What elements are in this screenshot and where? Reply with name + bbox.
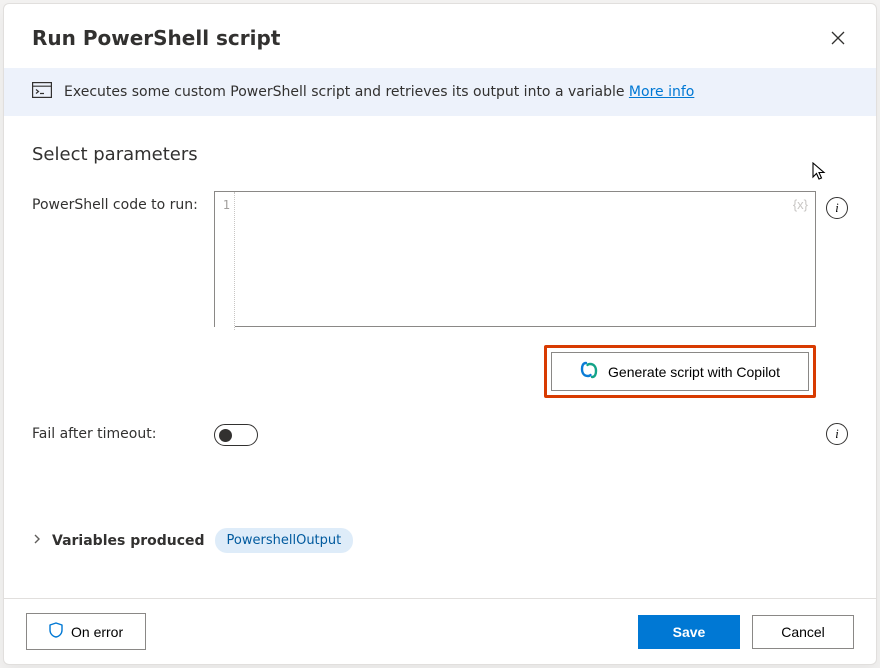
save-button[interactable]: Save — [638, 615, 740, 649]
copilot-button-label: Generate script with Copilot — [608, 364, 780, 380]
timeout-row: Fail after timeout: i — [32, 422, 848, 446]
fail-after-timeout-toggle[interactable] — [214, 424, 258, 446]
toggle-thumb — [219, 429, 232, 442]
on-error-button[interactable]: On error — [26, 613, 146, 650]
variables-produced-row[interactable]: Variables produced PowershellOutput — [32, 528, 848, 553]
code-editor-wrap: 1 {x} — [214, 191, 816, 331]
chevron-right-icon — [32, 532, 42, 548]
code-row: PowerShell code to run: 1 {x} i — [32, 191, 848, 331]
cancel-button[interactable]: Cancel — [752, 615, 854, 649]
variables-produced-label: Variables produced — [52, 533, 205, 549]
dialog-footer: On error Save Cancel — [4, 598, 876, 664]
on-error-label: On error — [71, 624, 123, 640]
section-title: Select parameters — [32, 144, 848, 165]
close-icon — [831, 31, 845, 45]
timeout-label: Fail after timeout: — [32, 426, 204, 442]
copilot-row: Generate script with Copilot — [32, 345, 816, 398]
info-bar: Executes some custom PowerShell script a… — [4, 68, 876, 116]
dialog-run-powershell-script: Run PowerShell script Executes some cust… — [3, 3, 877, 665]
dialog-body: Select parameters PowerShell code to run… — [4, 116, 876, 598]
highlight-box: Generate script with Copilot — [544, 345, 816, 398]
footer-actions: Save Cancel — [638, 615, 854, 649]
generate-script-with-copilot-button[interactable]: Generate script with Copilot — [551, 352, 809, 391]
more-info-link[interactable]: More info — [629, 84, 694, 100]
copilot-icon — [580, 361, 598, 382]
variable-badge[interactable]: PowershellOutput — [215, 528, 354, 553]
dialog-title: Run PowerShell script — [32, 26, 280, 50]
powershell-code-input[interactable] — [214, 191, 816, 327]
info-text: Executes some custom PowerShell script a… — [64, 84, 694, 100]
code-label: PowerShell code to run: — [32, 191, 204, 213]
shield-icon — [49, 622, 63, 641]
script-icon — [32, 82, 52, 102]
dialog-header: Run PowerShell script — [4, 4, 876, 68]
close-button[interactable] — [822, 22, 854, 54]
code-help-button[interactable]: i — [826, 197, 848, 219]
timeout-help-button[interactable]: i — [826, 423, 848, 445]
